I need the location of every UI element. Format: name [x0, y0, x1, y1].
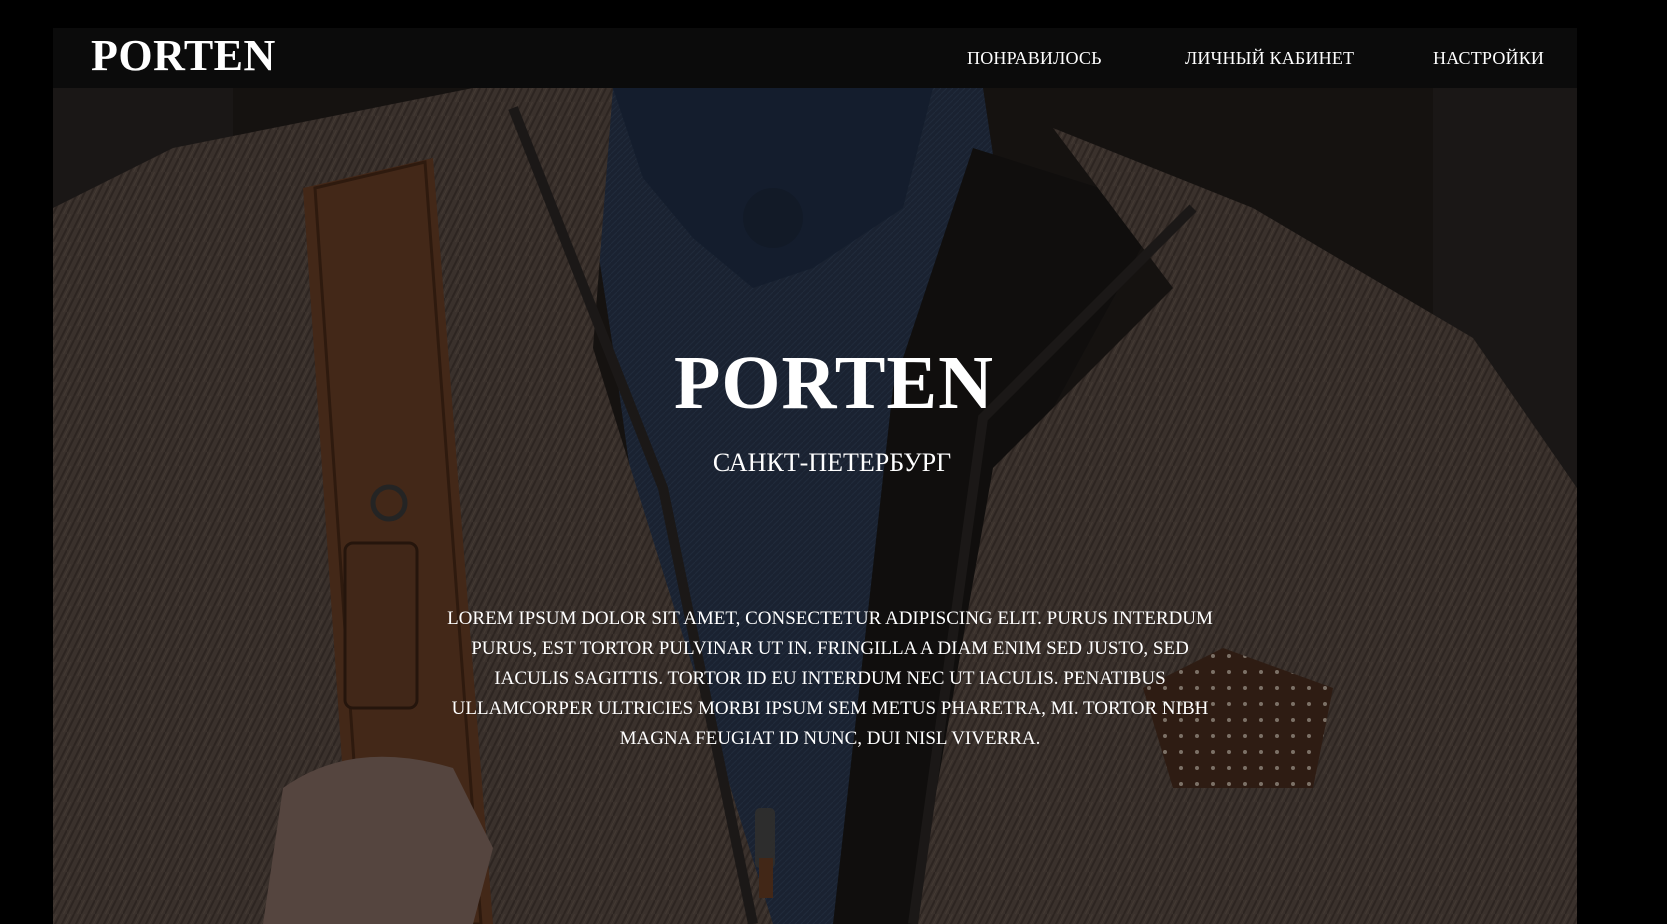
- page-frame: PORTEN ПОНРАВИЛОСЬ ЛИЧНЫЙ КАБИНЕТ НАСТРО…: [53, 28, 1577, 924]
- nav-link-liked[interactable]: ПОНРАВИЛОСЬ: [967, 47, 1102, 69]
- site-logo[interactable]: PORTEN: [91, 30, 276, 82]
- nav-link-account[interactable]: ЛИЧНЫЙ КАБИНЕТ: [1185, 47, 1354, 69]
- hero-description: LOREM IPSUM DOLOR SIT AMET, CONSECTETUR …: [447, 608, 1213, 749]
- hero-section: PORTEN САНКТ-ПЕТЕРБУРГ LOREM IPSUM DOLOR…: [53, 28, 1577, 924]
- hero-title: PORTEN: [673, 341, 995, 425]
- hero-city-subtitle: САНКТ-ПЕТЕРБУРГ: [712, 448, 952, 477]
- top-navbar: PORTEN ПОНРАВИЛОСЬ ЛИЧНЫЙ КАБИНЕТ НАСТРО…: [53, 28, 1577, 88]
- nav-link-settings[interactable]: НАСТРОЙКИ: [1433, 47, 1544, 69]
